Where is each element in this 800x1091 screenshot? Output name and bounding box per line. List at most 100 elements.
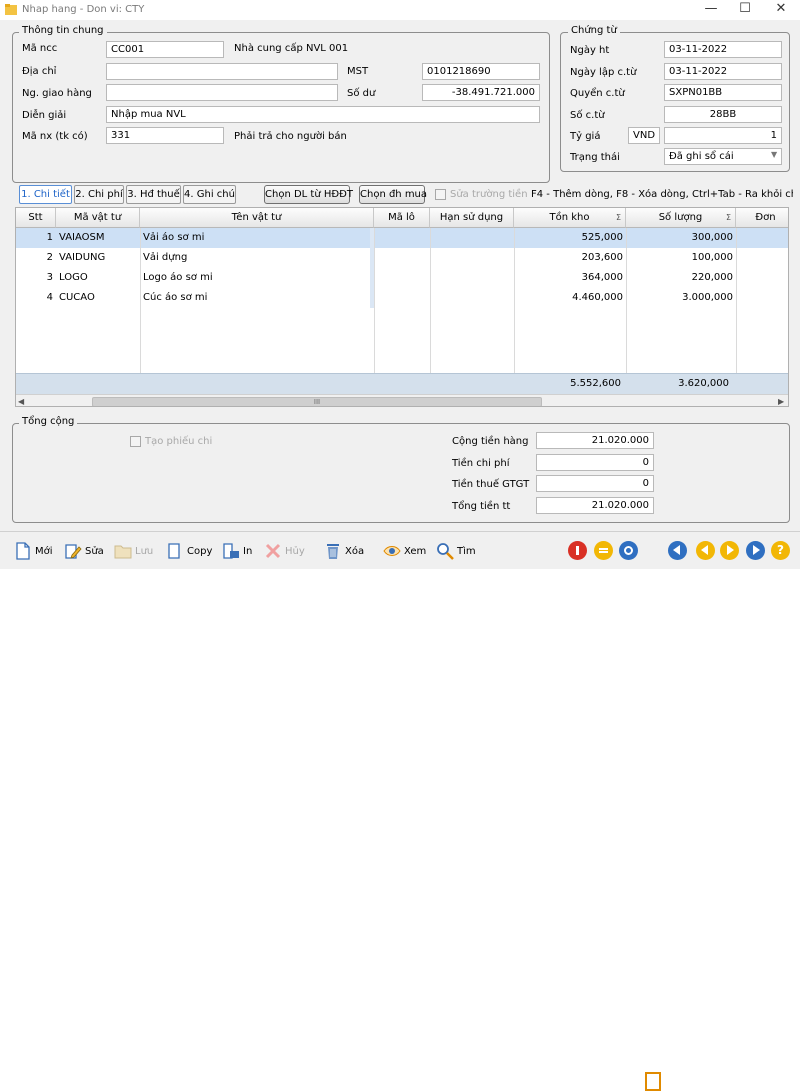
scroll-left-icon[interactable]: ◀: [18, 397, 24, 406]
date-input[interactable]: 03-11-2022: [664, 41, 782, 58]
account-name: Phải trả cho người bán: [234, 131, 347, 142]
bottom-toolbar: Mới Sửa Lưu Copy In Hủy Xóa Xem Tìm ?: [0, 531, 800, 1091]
description-input[interactable]: Nhập mua NVL: [106, 106, 540, 123]
col-header-price[interactable]: Đơn: [736, 208, 788, 228]
title-bar: Nhap hang - Don vi: CTY — ☐ ✕: [0, 0, 800, 20]
col-header-stock[interactable]: Tồn kho Σ: [514, 208, 626, 228]
deliverer-input[interactable]: [106, 84, 338, 101]
row-name[interactable]: Vải dựng: [140, 248, 372, 268]
help-icon[interactable]: ?: [771, 541, 790, 560]
pick-order-button[interactable]: Chọn đh mua: [359, 185, 427, 204]
supplier-code-input[interactable]: CC001: [106, 41, 224, 58]
tab-notes[interactable]: 4. Ghi chú: [183, 185, 236, 204]
pick-einvoice-button[interactable]: Chọn DL từ HĐĐT: [264, 185, 353, 204]
col-header-expiry[interactable]: Hạn sử dụng: [430, 208, 514, 228]
next-record-icon[interactable]: [720, 541, 739, 560]
row-lot[interactable]: [374, 288, 430, 308]
shortcut-hint: F4 - Thêm dòng, F8 - Xóa dòng, Ctrl+Tab …: [531, 189, 793, 200]
general-info-legend: Thông tin chung: [19, 25, 107, 36]
book-label: Quyển c.từ: [570, 88, 625, 99]
row-lot[interactable]: [374, 268, 430, 288]
doc-date-label: Ngày lập c.từ: [570, 67, 637, 78]
row-name[interactable]: Vải áo sơ mi: [140, 228, 372, 248]
totals-group: [12, 423, 790, 523]
number-input[interactable]: 28BB: [664, 106, 782, 123]
minimize-button[interactable]: —: [694, 0, 728, 20]
view-label: Xem: [404, 545, 427, 557]
gear-icon[interactable]: [619, 541, 638, 560]
row-code[interactable]: LOGO: [56, 268, 140, 288]
last-record-icon[interactable]: [746, 541, 765, 560]
find-button[interactable]: Tìm: [436, 540, 476, 562]
list-icon[interactable]: [594, 541, 613, 560]
tab-costs[interactable]: 2. Chi phí: [74, 185, 124, 204]
copy-button[interactable]: Copy: [166, 540, 212, 562]
row-stock: 364,000: [581, 272, 623, 283]
row-qty[interactable]: 300,000: [626, 228, 736, 248]
doc-date-input[interactable]: 03-11-2022: [664, 63, 782, 80]
supplier-name: Nhà cung cấp NVL 001: [234, 43, 349, 54]
row-qty[interactable]: 100,000: [626, 248, 736, 268]
row-code[interactable]: CUCAO: [56, 288, 140, 308]
row-qty[interactable]: 220,000: [626, 268, 736, 288]
sum-icon: Σ: [725, 213, 731, 222]
row-expiry[interactable]: [430, 228, 514, 248]
row-stock: 525,000: [581, 232, 623, 243]
col-header-qty-label: Số lượng: [658, 212, 703, 223]
first-record-icon[interactable]: [668, 541, 687, 560]
previous-record-icon[interactable]: [696, 541, 715, 560]
detail-grid[interactable]: Stt Mã vật tư Tên vật tư Mã lô Hạn sử dụ…: [15, 207, 789, 407]
folder-icon: [114, 545, 132, 559]
row-expiry[interactable]: [430, 248, 514, 268]
print-icon: [223, 543, 239, 559]
info-icon[interactable]: [568, 541, 587, 560]
rate-label: Tỷ giá: [570, 131, 601, 142]
row-lot[interactable]: [374, 228, 430, 248]
status-value: Đã ghi sổ cái: [669, 151, 734, 162]
create-payment-checkbox[interactable]: [130, 436, 141, 447]
print-label: In: [243, 545, 253, 557]
horizontal-scrollbar[interactable]: ◀ III ▶: [16, 394, 788, 406]
edit-field-checkbox[interactable]: [435, 189, 446, 200]
col-header-qty[interactable]: Số lượng Σ: [626, 208, 736, 228]
row-lot[interactable]: [374, 248, 430, 268]
cost-total-value: 0: [536, 454, 654, 471]
scroll-thumb[interactable]: III: [92, 397, 542, 406]
col-header-name[interactable]: Tên vật tư: [140, 208, 374, 228]
account-input[interactable]: 331: [106, 127, 224, 144]
report-icon[interactable]: [645, 1072, 661, 1091]
rate-input[interactable]: 1: [664, 127, 782, 144]
status-select[interactable]: Đã ghi sổ cái: [664, 148, 782, 165]
cancel-button[interactable]: Hủy: [264, 540, 305, 562]
row-expiry[interactable]: [430, 288, 514, 308]
view-button[interactable]: Xem: [383, 540, 426, 562]
edit-icon: [65, 544, 82, 559]
search-icon: [437, 543, 454, 560]
col-header-stt[interactable]: Stt: [16, 208, 56, 228]
row-name[interactable]: Logo áo sơ mi: [140, 268, 372, 288]
tax-code-input[interactable]: 0101218690: [422, 63, 540, 80]
tab-tax-invoice[interactable]: 3. Hđ thuế: [126, 185, 181, 204]
row-code[interactable]: VAIDUNG: [56, 248, 140, 268]
row-name[interactable]: Cúc áo sơ mi: [140, 288, 372, 308]
tab-detail[interactable]: 1. Chi tiết: [19, 185, 72, 204]
scroll-right-icon[interactable]: ▶: [778, 397, 784, 406]
col-header-code[interactable]: Mã vật tư: [56, 208, 140, 228]
book-input[interactable]: SXPN01BB: [664, 84, 782, 101]
currency-input[interactable]: VND: [628, 127, 660, 144]
col-header-lot[interactable]: Mã lô: [374, 208, 430, 228]
save-button[interactable]: Lưu: [114, 540, 153, 562]
account-label: Mã nx (tk có): [22, 131, 88, 142]
vat-total-value: 0: [536, 475, 654, 492]
address-input[interactable]: [106, 63, 338, 80]
row-stt: 4: [46, 292, 53, 303]
print-button[interactable]: In: [222, 540, 252, 562]
row-code[interactable]: VAIAOSM: [56, 228, 140, 248]
row-expiry[interactable]: [430, 268, 514, 288]
row-qty[interactable]: 3.000,000: [626, 288, 736, 308]
maximize-button[interactable]: ☐: [728, 0, 762, 20]
close-button[interactable]: ✕: [764, 0, 798, 20]
new-button[interactable]: Mới: [14, 540, 53, 562]
edit-button[interactable]: Sửa: [64, 540, 104, 562]
delete-button[interactable]: Xóa: [324, 540, 364, 562]
